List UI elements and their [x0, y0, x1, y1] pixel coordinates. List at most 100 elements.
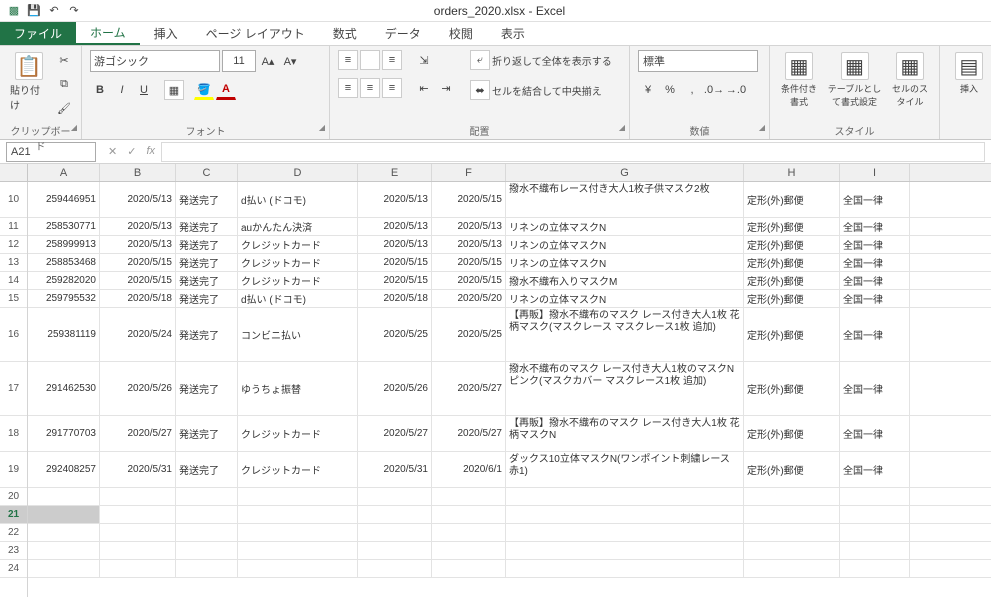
cell[interactable]: [432, 560, 506, 577]
save-icon[interactable]: 💾: [26, 3, 42, 19]
cell[interactable]: 2020/5/27: [432, 416, 506, 451]
tab-formulas[interactable]: 数式: [319, 22, 371, 45]
cell[interactable]: auかんたん決済: [238, 218, 358, 235]
tab-file[interactable]: ファイル: [0, 22, 76, 45]
align-bottom-icon[interactable]: ≡: [382, 50, 402, 70]
cell[interactable]: [28, 560, 100, 577]
cell[interactable]: 2020/5/13: [358, 236, 432, 253]
row-header[interactable]: 21: [0, 506, 27, 524]
column-header[interactable]: G: [506, 164, 744, 181]
clipboard-dialog-icon[interactable]: ◢: [71, 123, 77, 132]
insert-function-icon[interactable]: fx: [146, 145, 155, 158]
row-header[interactable]: 24: [0, 560, 27, 578]
comma-icon[interactable]: ,: [682, 80, 702, 100]
cell[interactable]: 2020/5/15: [358, 272, 432, 289]
cell[interactable]: 2020/5/13: [432, 236, 506, 253]
cell[interactable]: 2020/5/26: [358, 362, 432, 415]
font-size-combo[interactable]: 11: [222, 50, 256, 72]
font-color-icon[interactable]: A: [216, 80, 236, 100]
cell[interactable]: d払い (ドコモ): [238, 182, 358, 217]
cell[interactable]: 全国一律: [840, 182, 910, 217]
font-dialog-icon[interactable]: ◢: [319, 123, 325, 132]
alignment-dialog-icon[interactable]: ◢: [619, 123, 625, 132]
cell[interactable]: 2020/6/1: [432, 452, 506, 487]
cell[interactable]: 定形(外)郵便: [744, 308, 840, 361]
column-header[interactable]: H: [744, 164, 840, 181]
cell[interactable]: 259446951: [28, 182, 100, 217]
cell[interactable]: [100, 488, 176, 505]
cell[interactable]: 2020/5/13: [100, 182, 176, 217]
percent-icon[interactable]: %: [660, 80, 680, 100]
cell[interactable]: クレジットカード: [238, 272, 358, 289]
column-header[interactable]: D: [238, 164, 358, 181]
cell[interactable]: [238, 524, 358, 541]
cell[interactable]: 撥水不織布レース付き大人1枚子供マスク2枚: [506, 182, 744, 217]
cell[interactable]: 定形(外)郵便: [744, 272, 840, 289]
cell[interactable]: 258530771: [28, 218, 100, 235]
cell[interactable]: 【再販】撥水不織布のマスク レース付き大人1枚 花柄マスクN: [506, 416, 744, 451]
row-header[interactable]: 10: [0, 182, 27, 218]
cell[interactable]: 2020/5/25: [432, 308, 506, 361]
cell[interactable]: [432, 524, 506, 541]
increase-decimal-icon[interactable]: .0→: [704, 80, 724, 100]
cell[interactable]: 2020/5/24: [100, 308, 176, 361]
cell[interactable]: 2020/5/15: [432, 182, 506, 217]
cell[interactable]: 全国一律: [840, 308, 910, 361]
decrease-decimal-icon[interactable]: →.0: [726, 80, 746, 100]
align-right-icon[interactable]: ≡: [382, 78, 402, 98]
cell[interactable]: [840, 542, 910, 559]
increase-font-icon[interactable]: A▴: [258, 51, 278, 71]
cell[interactable]: 2020/5/15: [432, 272, 506, 289]
cell[interactable]: [176, 560, 238, 577]
cell[interactable]: ゆうちょ振替: [238, 362, 358, 415]
redo-icon[interactable]: ↷: [66, 3, 82, 19]
italic-button[interactable]: I: [112, 80, 132, 100]
cell[interactable]: [840, 560, 910, 577]
cell[interactable]: 291770703: [28, 416, 100, 451]
number-dialog-icon[interactable]: ◢: [759, 123, 765, 132]
formula-bar[interactable]: [161, 142, 985, 162]
cell[interactable]: [506, 542, 744, 559]
paste-button[interactable]: 📋 貼り付け: [8, 50, 50, 114]
tab-home[interactable]: ホーム: [76, 22, 140, 45]
cell[interactable]: 撥水不織布入りマスクM: [506, 272, 744, 289]
cell[interactable]: 2020/5/13: [100, 236, 176, 253]
column-header[interactable]: A: [28, 164, 100, 181]
cell[interactable]: 259795532: [28, 290, 100, 307]
row-header[interactable]: 18: [0, 416, 27, 452]
cell[interactable]: [358, 488, 432, 505]
insert-cells-button[interactable]: ▤ 挿入: [948, 50, 990, 97]
cell[interactable]: [100, 506, 176, 523]
row-header[interactable]: 14: [0, 272, 27, 290]
cell[interactable]: [432, 506, 506, 523]
cell[interactable]: [358, 524, 432, 541]
cell[interactable]: 2020/5/13: [432, 218, 506, 235]
merge-center-button[interactable]: ⬌ セルを結合して中央揃え: [470, 80, 612, 100]
cell[interactable]: 2020/5/27: [358, 416, 432, 451]
column-header[interactable]: F: [432, 164, 506, 181]
cell[interactable]: 発送完了: [176, 254, 238, 271]
border-icon[interactable]: ▦: [164, 80, 184, 100]
tab-review[interactable]: 校閲: [435, 22, 487, 45]
cell[interactable]: リネンの立体マスクN: [506, 290, 744, 307]
cell[interactable]: [506, 506, 744, 523]
cell[interactable]: 259381119: [28, 308, 100, 361]
bold-button[interactable]: B: [90, 80, 110, 100]
row-header[interactable]: 12: [0, 236, 27, 254]
cell[interactable]: クレジットカード: [238, 452, 358, 487]
cell[interactable]: 全国一律: [840, 362, 910, 415]
select-all-corner[interactable]: [0, 164, 28, 182]
column-header[interactable]: E: [358, 164, 432, 181]
row-header[interactable]: 20: [0, 488, 27, 506]
cell[interactable]: [358, 542, 432, 559]
cell[interactable]: 2020/5/25: [358, 308, 432, 361]
column-header[interactable]: C: [176, 164, 238, 181]
cell[interactable]: 292408257: [28, 452, 100, 487]
cell[interactable]: [176, 524, 238, 541]
cell[interactable]: [744, 560, 840, 577]
cell[interactable]: 2020/5/15: [100, 254, 176, 271]
tab-data[interactable]: データ: [371, 22, 435, 45]
cell[interactable]: 発送完了: [176, 290, 238, 307]
cell[interactable]: 発送完了: [176, 182, 238, 217]
cell[interactable]: [100, 542, 176, 559]
